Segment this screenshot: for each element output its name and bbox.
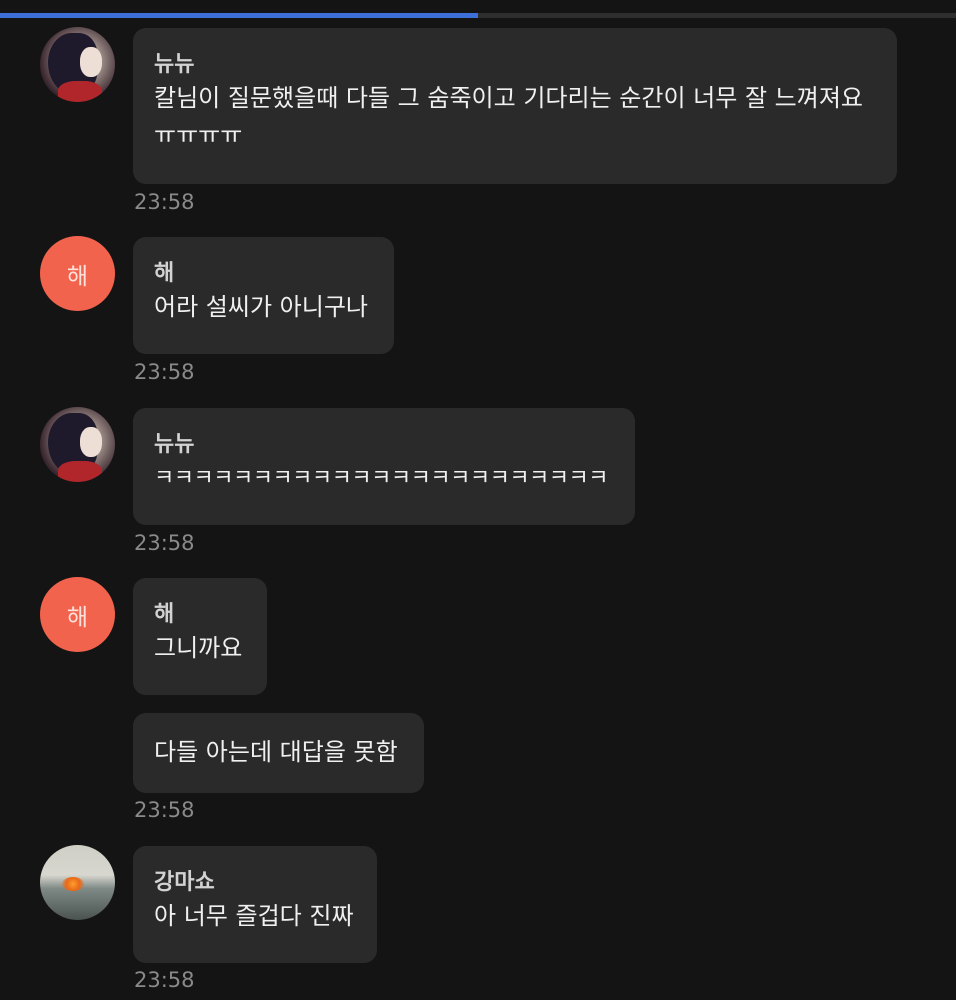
sender-name: 강마쇼 (154, 870, 215, 895)
message-bubble[interactable]: 강마쇼 아 너무 즐겁다 진짜 (133, 846, 377, 963)
message-bubble[interactable]: 해 어라 설씨가 아니구나 (133, 237, 394, 354)
user-avatar-gangmasho[interactable] (40, 845, 115, 920)
sender-name: 뉴뉴 (154, 52, 195, 77)
message-text: 어라 설씨가 아니구나 (154, 293, 368, 321)
message-bubble[interactable]: 다들 아는데 대답을 못함 (133, 713, 424, 793)
sender-name: 해 (154, 602, 175, 627)
message-timestamp: 23:58 (134, 531, 195, 555)
message-bubble[interactable]: 뉴뉴 칼님이 질문했을때 다들 그 숨죽이고 기다리는 순간이 너무 잘 느껴져… (133, 28, 897, 184)
sender-name: 해 (154, 261, 175, 286)
message-text: 아 너무 즐겁다 진짜 (154, 902, 354, 930)
message-bubble[interactable]: 뉴뉴 ㅋㅋㅋㅋㅋㅋㅋㅋㅋㅋㅋㅋㅋㅋㅋㅋㅋㅋㅋㅋㅋㅋㅋ (133, 408, 635, 525)
message-timestamp: 23:58 (134, 360, 195, 384)
message-text: 그니까요 (154, 634, 243, 662)
user-avatar-nyunyu[interactable] (40, 27, 115, 102)
sender-name: 뉴뉴 (154, 432, 195, 457)
user-avatar-hae[interactable]: 해 (40, 577, 115, 652)
message-bubble[interactable]: 해 그니까요 (133, 578, 267, 695)
message-text: 칼님이 질문했을때 다들 그 숨죽이고 기다리는 순간이 너무 잘 느껴져요 ㅠ… (154, 84, 863, 149)
avatar-letter: 해 (66, 263, 89, 290)
avatar-letter: 해 (66, 604, 89, 631)
message-timestamp: 23:58 (134, 190, 195, 214)
message-timestamp: 23:58 (134, 968, 195, 992)
message-timestamp: 23:58 (134, 798, 195, 822)
sea-photo-avatar (62, 877, 84, 891)
chat-message-list[interactable]: 뉴뉴 칼님이 질문했을때 다들 그 숨죽이고 기다리는 순간이 너무 잘 느껴져… (0, 0, 956, 1000)
user-avatar-hae[interactable]: 해 (40, 236, 115, 311)
user-avatar-nyunyu[interactable] (40, 407, 115, 482)
message-text: ㅋㅋㅋㅋㅋㅋㅋㅋㅋㅋㅋㅋㅋㅋㅋㅋㅋㅋㅋㅋㅋㅋㅋ (154, 466, 609, 491)
message-text: 다들 아는데 대답을 못함 (154, 738, 398, 766)
